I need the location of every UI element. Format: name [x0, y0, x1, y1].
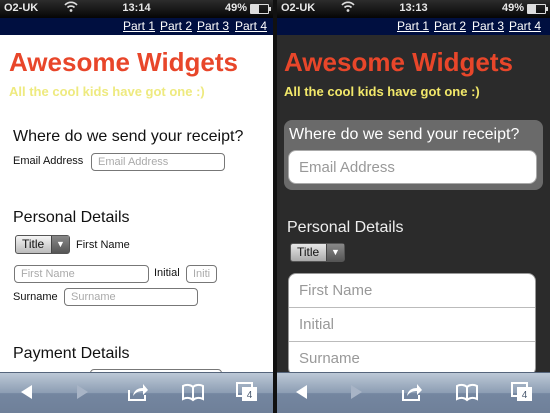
email-field[interactable]: Email Address [91, 153, 225, 171]
screenshot-pair: O2-UK 13:14 49% Part 1 Part 2 Part 3 Par… [0, 0, 550, 413]
title-select-value: Title [22, 237, 45, 251]
nav-part-3[interactable]: Part 3 [197, 19, 229, 33]
first-name-field[interactable]: First Name [289, 274, 535, 308]
personal-heading: Personal Details [287, 219, 404, 236]
first-name-label: First Name [76, 239, 130, 251]
nav-part-3[interactable]: Part 3 [472, 19, 504, 33]
surname-field[interactable]: Surname [289, 342, 535, 375]
nav-part-2[interactable]: Part 2 [434, 19, 466, 33]
bookmarks-icon[interactable] [181, 381, 205, 403]
nav-part-1[interactable]: Part 1 [397, 19, 429, 33]
tabs-icon[interactable]: 4 [510, 381, 534, 403]
site-title: Awesome Widgets [284, 47, 514, 77]
surname-field[interactable]: Surname [64, 288, 198, 306]
status-bar: O2-UK 13:14 49% [0, 0, 273, 18]
receipt-heading: Where do we send your receipt? [13, 128, 244, 145]
battery-icon [527, 4, 548, 14]
phone-dark: O2-UK 13:13 49% Part 1 Part 2 Part 3 Par… [277, 0, 550, 413]
forward-icon[interactable] [70, 381, 94, 403]
chevron-down-icon: ▼ [51, 236, 69, 253]
title-select[interactable]: Title ▼ [290, 243, 345, 262]
email-field[interactable]: Email Address [288, 150, 537, 184]
site-tagline: All the cool kids have got one :) [9, 84, 205, 99]
initial-label: Initial [154, 267, 180, 279]
surname-label: Surname [13, 291, 58, 303]
personal-heading: Personal Details [13, 209, 130, 226]
back-icon[interactable] [290, 381, 314, 403]
forward-icon[interactable] [344, 381, 368, 403]
tabs-icon[interactable]: 4 [235, 381, 259, 403]
nav-part-4[interactable]: Part 4 [509, 19, 541, 33]
tabs-count: 4 [522, 390, 528, 401]
status-bar: O2-UK 13:13 49% [277, 0, 550, 18]
nav-part-4[interactable]: Part 4 [235, 19, 267, 33]
first-name-field[interactable]: First Name [14, 265, 149, 283]
back-icon[interactable] [15, 381, 39, 403]
phone-light: O2-UK 13:14 49% Part 1 Part 2 Part 3 Par… [0, 0, 273, 413]
receipt-section: Where do we send your receipt? Email Add… [284, 120, 543, 190]
browser-toolbar: 4 [277, 372, 550, 413]
title-select[interactable]: Title ▼ [15, 235, 70, 254]
browser-toolbar: 4 [0, 372, 273, 413]
chevron-down-icon: ▼ [326, 244, 344, 261]
nav-part-1[interactable]: Part 1 [123, 19, 155, 33]
initial-field[interactable]: Initial [289, 308, 535, 342]
site-title: Awesome Widgets [9, 47, 239, 77]
bookmarks-icon[interactable] [455, 381, 479, 403]
personal-fields-group: First Name Initial Surname [288, 273, 536, 376]
site-tagline: All the cool kids have got one :) [284, 84, 480, 99]
initial-field[interactable]: Initi [186, 265, 217, 283]
battery-icon [250, 4, 271, 14]
nav-bar: Part 1 Part 2 Part 3 Part 4 [0, 18, 273, 35]
battery-percent: 49% [224, 2, 247, 14]
nav-part-2[interactable]: Part 2 [160, 19, 192, 33]
share-icon[interactable] [400, 381, 424, 403]
receipt-heading: Where do we send your receipt? [289, 126, 520, 143]
payment-heading: Payment Details [13, 345, 130, 362]
battery-percent: 49% [501, 2, 524, 14]
email-label: Email Address [13, 155, 84, 167]
nav-bar: Part 1 Part 2 Part 3 Part 4 [277, 18, 550, 35]
title-select-value: Title [297, 245, 320, 259]
tabs-count: 4 [247, 390, 253, 401]
share-icon[interactable] [126, 381, 150, 403]
